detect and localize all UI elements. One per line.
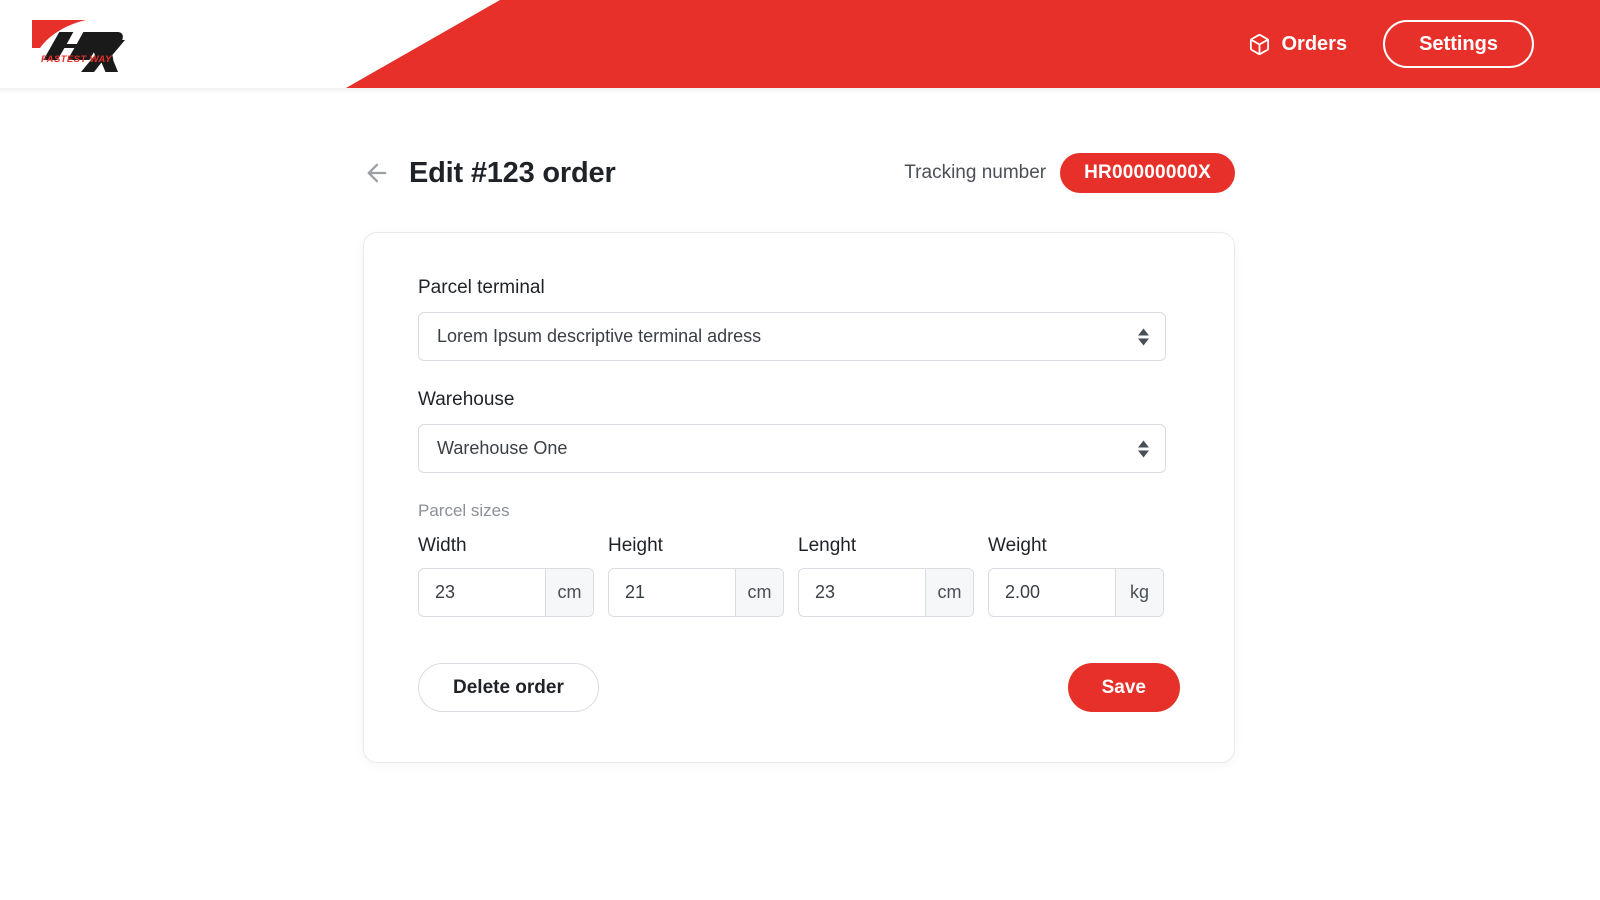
parcel-terminal-select[interactable]: Lorem Ipsum descriptive terminal adress <box>418 312 1166 361</box>
width-input[interactable] <box>419 569 545 616</box>
tracking-number-label: Tracking number <box>904 162 1047 183</box>
parcel-sizes-caption: Parcel sizes <box>418 501 510 520</box>
width-unit: cm <box>545 569 593 616</box>
page-body: Edit #123 order Tracking number HR000000… <box>0 94 1600 763</box>
page-header-row: Edit #123 order Tracking number HR000000… <box>363 150 1235 196</box>
parcel-sizes-row: Width cm Height cm Lenght <box>418 535 1180 617</box>
length-input[interactable] <box>799 569 925 616</box>
length-unit: cm <box>925 569 973 616</box>
package-icon <box>1248 33 1271 56</box>
warehouse-label: Warehouse <box>418 389 515 410</box>
nav-item-orders[interactable]: Orders <box>1248 32 1348 56</box>
field-height: Height cm <box>608 535 784 617</box>
field-length: Lenght cm <box>798 535 974 617</box>
card-actions: Delete order Save <box>418 663 1180 712</box>
delete-order-button[interactable]: Delete order <box>418 663 599 712</box>
brand-logo[interactable]: FASTEST WAY <box>28 10 132 74</box>
app-header: FASTEST WAY Orders Settings <box>0 0 1600 88</box>
select-updown-icon <box>1138 328 1149 345</box>
field-width: Width cm <box>418 535 594 617</box>
settings-button[interactable]: Settings <box>1383 20 1534 68</box>
width-input-wrap: cm <box>418 568 594 617</box>
page-title: Edit #123 order <box>409 156 616 189</box>
back-arrow-icon[interactable] <box>363 159 391 187</box>
field-parcel-terminal: Parcel terminal Lorem Ipsum descriptive … <box>418 277 1180 361</box>
save-button[interactable]: Save <box>1067 663 1180 712</box>
nav-orders-label: Orders <box>1281 32 1348 55</box>
height-unit: cm <box>735 569 783 616</box>
parcel-terminal-value: Lorem Ipsum descriptive terminal adress <box>437 326 762 346</box>
header-nav: Orders Settings <box>1248 0 1600 88</box>
length-input-wrap: cm <box>798 568 974 617</box>
order-edit-card: Parcel terminal Lorem Ipsum descriptive … <box>363 232 1235 763</box>
select-updown-icon <box>1138 440 1149 457</box>
field-warehouse: Warehouse Warehouse One <box>418 389 1180 473</box>
weight-input[interactable] <box>989 569 1115 616</box>
page-content: Edit #123 order Tracking number HR000000… <box>363 150 1235 763</box>
weight-unit: kg <box>1115 569 1163 616</box>
height-input[interactable] <box>609 569 735 616</box>
field-weight: Weight kg <box>988 535 1164 617</box>
length-label: Lenght <box>798 535 857 556</box>
warehouse-select[interactable]: Warehouse One <box>418 424 1166 473</box>
tracking-number-badge[interactable]: HR00000000X <box>1060 153 1235 193</box>
parcel-terminal-label: Parcel terminal <box>418 277 545 298</box>
width-label: Width <box>418 535 467 556</box>
warehouse-value: Warehouse One <box>437 438 568 458</box>
height-input-wrap: cm <box>608 568 784 617</box>
weight-input-wrap: kg <box>988 568 1164 617</box>
weight-label: Weight <box>988 535 1047 556</box>
logo-tagline: FASTEST WAY <box>41 54 113 65</box>
height-label: Height <box>608 535 663 556</box>
tracking-number-group: Tracking number HR00000000X <box>904 153 1235 193</box>
